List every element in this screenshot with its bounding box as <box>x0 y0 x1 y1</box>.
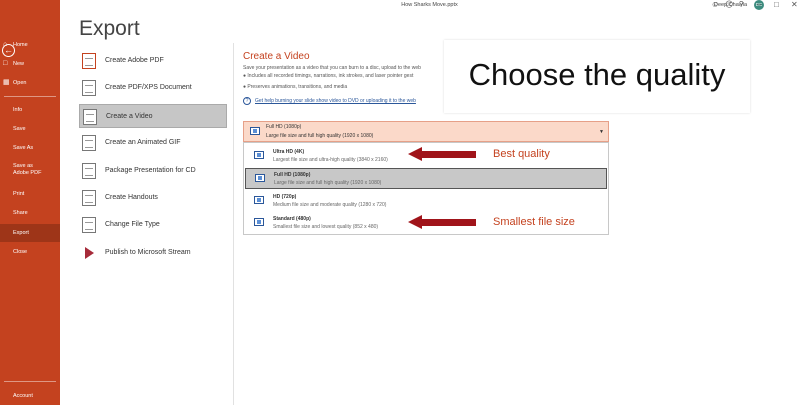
file-type-icon <box>82 217 96 233</box>
document-title: How Sharks Move.pptx <box>401 2 458 8</box>
chevron-down-icon: ▼ <box>599 129 604 135</box>
export-option-create-pdf-xps[interactable]: Create PDF/XPS Document <box>79 76 227 100</box>
sidebar-item-label: Save <box>13 126 26 132</box>
list-item: ● Preserves animations, transitions, and… <box>243 84 348 90</box>
sidebar-divider <box>4 381 56 382</box>
sidebar-item-account[interactable]: Account <box>0 387 60 405</box>
close-icon[interactable]: ✕ <box>791 0 798 9</box>
export-option-change-file-type[interactable]: Change File Type <box>79 213 227 237</box>
sidebar-item-info[interactable]: Info <box>0 101 60 119</box>
arrow-left-icon <box>408 215 476 230</box>
export-option-create-adobe-pdf[interactable]: Create Adobe PDF <box>79 49 227 73</box>
smiley-icon[interactable]: ☺ <box>711 0 719 9</box>
quality-dropdown[interactable]: Full HD (1080p) Large file size and full… <box>243 121 609 142</box>
dropdown-selected-title: Full HD (1080p) <box>266 124 302 130</box>
frown-icon[interactable]: ☹ <box>725 0 733 9</box>
list-item: ● Includes all recorded timings, narrati… <box>243 73 414 79</box>
sidebar-item-label: Save As <box>13 145 34 151</box>
monitor-icon <box>254 196 264 204</box>
sidebar-item-label: Close <box>13 249 28 255</box>
dropdown-selected-desc: Large file size and full high quality (1… <box>266 133 374 139</box>
section-description: Save your presentation as a video that y… <box>243 65 421 71</box>
quality-option-full-hd[interactable]: Full HD (1080p) Large file size and full… <box>245 168 607 189</box>
monitor-icon <box>255 174 265 182</box>
title-bar: How Sharks Move.pptx Deep Chawla DC ☺ ☹ … <box>60 0 799 14</box>
pdf-xps-icon <box>82 80 96 96</box>
monitor-icon <box>250 127 260 135</box>
sidebar-item-save-as[interactable]: Save As <box>0 139 60 157</box>
sidebar-item-label: Save as Adobe PDF <box>13 163 42 176</box>
export-option-create-handouts[interactable]: Create Handouts <box>79 186 227 210</box>
sidebar-item-label: Share <box>13 210 28 216</box>
backstage-sidebar: ← ⌂ Home □ New ▦ Open Info Save Save As … <box>0 0 60 405</box>
sidebar-item-label: Export <box>13 230 29 236</box>
sidebar-item-label: Print <box>13 191 25 197</box>
export-option-package-cd[interactable]: Package Presentation for CD <box>79 159 227 183</box>
sidebar-item-label: Account <box>13 393 33 399</box>
minimize-icon[interactable]: – <box>757 0 761 9</box>
sidebar-divider <box>4 96 56 97</box>
question-icon: ? <box>243 97 251 105</box>
help-icon[interactable]: ? <box>739 0 743 9</box>
sidebar-item-close[interactable]: Close <box>0 243 60 261</box>
quality-option-hd[interactable]: HD (720p) Medium file size and moderate … <box>245 191 607 212</box>
sidebar-item-save-as-adobe-pdf[interactable]: Save as Adobe PDF <box>0 160 48 180</box>
monitor-icon <box>254 218 264 226</box>
sidebar-item-print[interactable]: Print <box>0 185 60 203</box>
sidebar-item-share[interactable]: Share <box>0 204 60 222</box>
sidebar-item-home[interactable]: ⌂ Home <box>0 36 60 54</box>
stream-icon <box>82 245 96 261</box>
monitor-icon <box>254 151 264 159</box>
annotation-smallest-size: Smallest file size <box>493 216 575 228</box>
video-icon <box>83 109 97 125</box>
sidebar-item-open[interactable]: ▦ Open <box>0 74 60 92</box>
section-title: Create a Video <box>243 51 310 62</box>
open-folder-icon: ▦ <box>3 79 10 86</box>
annotation-callout: Choose the quality <box>444 40 750 113</box>
page-title: Export <box>79 17 140 40</box>
new-icon: □ <box>3 60 8 67</box>
sidebar-item-label: Open <box>13 80 27 86</box>
cd-package-icon <box>82 163 96 179</box>
maximize-icon[interactable]: □ <box>774 0 779 9</box>
sidebar-item-export[interactable]: Export <box>0 224 60 242</box>
sidebar-item-label: Home <box>13 42 28 48</box>
sidebar-item-new[interactable]: □ New <box>0 55 60 73</box>
handouts-icon <box>82 190 96 206</box>
home-icon: ⌂ <box>3 41 8 48</box>
sidebar-item-save[interactable]: Save <box>0 120 60 138</box>
pane-divider <box>233 43 234 405</box>
export-option-animated-gif[interactable]: Create an Animated GIF <box>79 131 227 155</box>
export-option-publish-stream[interactable]: Publish to Microsoft Stream <box>79 241 227 265</box>
export-option-create-video[interactable]: Create a Video <box>79 104 227 128</box>
adobe-pdf-icon <box>82 53 96 69</box>
help-link[interactable]: Get help burning your slide show video t… <box>255 98 416 104</box>
arrow-left-icon <box>408 147 476 162</box>
annotation-callout-text: Choose the quality <box>468 57 726 92</box>
sidebar-item-label: Info <box>13 107 23 113</box>
gif-icon <box>82 135 96 151</box>
annotation-best-quality: Best quality <box>493 148 550 160</box>
sidebar-item-label: New <box>13 61 25 67</box>
